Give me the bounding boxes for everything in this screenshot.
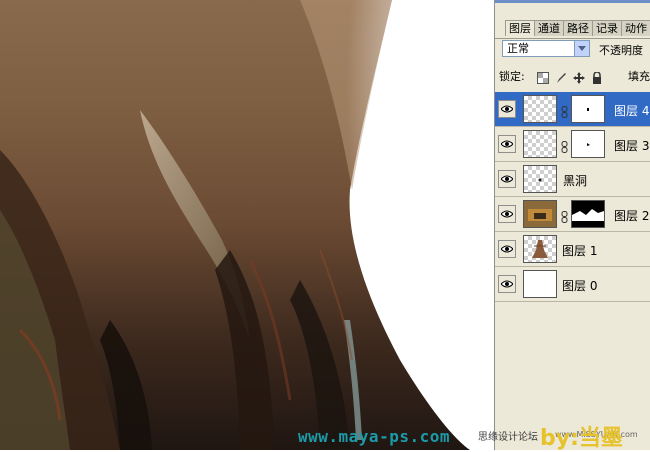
watermark-forum: 思缘设计论坛: [478, 432, 538, 443]
link-chain-icon[interactable]: [561, 103, 568, 118]
fill-label: 填充: [628, 70, 650, 83]
layer-name: 图层 3: [614, 139, 650, 153]
lock-label: 锁定:: [499, 70, 525, 83]
layer-row[interactable]: 图层 0: [495, 267, 650, 302]
layer-name: 图层 2: [614, 209, 650, 223]
watermark-site: www.maya-ps.com: [298, 427, 450, 446]
layer-mask-thumbnail: [571, 200, 605, 228]
link-chain-icon[interactable]: [561, 138, 568, 153]
lock-transparent-icon[interactable]: [537, 69, 549, 84]
artwork-canvas[interactable]: [0, 0, 494, 450]
layer-thumbnail: [523, 165, 557, 193]
layer-thumbnail: [523, 95, 557, 123]
eye-icon[interactable]: [498, 100, 516, 118]
link-chain-icon[interactable]: [561, 208, 568, 223]
tab-actions[interactable]: 动作: [621, 20, 650, 36]
eye-icon[interactable]: [498, 275, 516, 293]
blend-mode-value: 正常: [507, 42, 529, 55]
tab-history[interactable]: 记录: [592, 20, 622, 36]
layer-row[interactable]: 图层 4: [495, 92, 650, 127]
layer-row[interactable]: 图层 2: [495, 197, 650, 232]
layer-thumbnail: [523, 130, 557, 158]
layer-row[interactable]: 图层 3: [495, 127, 650, 162]
eye-icon[interactable]: [498, 240, 516, 258]
watermark-signature: by:当墨: [540, 426, 623, 451]
layer-mask-thumbnail: [571, 130, 605, 158]
lock-paint-icon[interactable]: [555, 69, 567, 83]
eye-icon[interactable]: [498, 135, 516, 153]
layer-name: 图层 1: [562, 244, 598, 258]
tab-layers[interactable]: 图层: [505, 20, 535, 36]
layer-thumbnail: [523, 235, 557, 263]
eye-icon[interactable]: [498, 170, 516, 188]
layer-thumbnail: [523, 200, 557, 228]
chevron-down-icon[interactable]: [574, 41, 589, 56]
layer-name: 图层 0: [562, 279, 598, 293]
lock-all-icon[interactable]: [591, 69, 603, 84]
layers-panel: 图层 通道 路径 记录 动作 正常 不透明度 锁定: 填充 图层 4 图层 3 …: [494, 0, 650, 450]
layers-list: 图层 4 图层 3 黑洞 图层 2 图层 1 图层 0: [495, 92, 650, 302]
lock-row: 锁定: 填充: [495, 66, 650, 86]
opacity-label: 不透明度: [599, 44, 643, 57]
blend-row: 正常 不透明度: [495, 38, 650, 60]
blend-mode-select[interactable]: 正常: [502, 40, 590, 57]
tab-channels[interactable]: 通道: [534, 20, 564, 36]
layer-name: 黑洞: [563, 174, 588, 188]
panel-tabs: 图层 通道 路径 记录 动作: [495, 3, 650, 39]
artwork-image: [0, 0, 494, 450]
eye-icon[interactable]: [498, 205, 516, 223]
layer-name: 图层 4: [614, 104, 650, 118]
layer-row[interactable]: 图层 1: [495, 232, 650, 267]
layer-mask-thumbnail: [571, 95, 605, 123]
lock-move-icon[interactable]: [573, 69, 585, 84]
tab-paths[interactable]: 路径: [563, 20, 593, 36]
layer-row[interactable]: 黑洞: [495, 162, 650, 197]
layer-thumbnail: [523, 270, 557, 298]
